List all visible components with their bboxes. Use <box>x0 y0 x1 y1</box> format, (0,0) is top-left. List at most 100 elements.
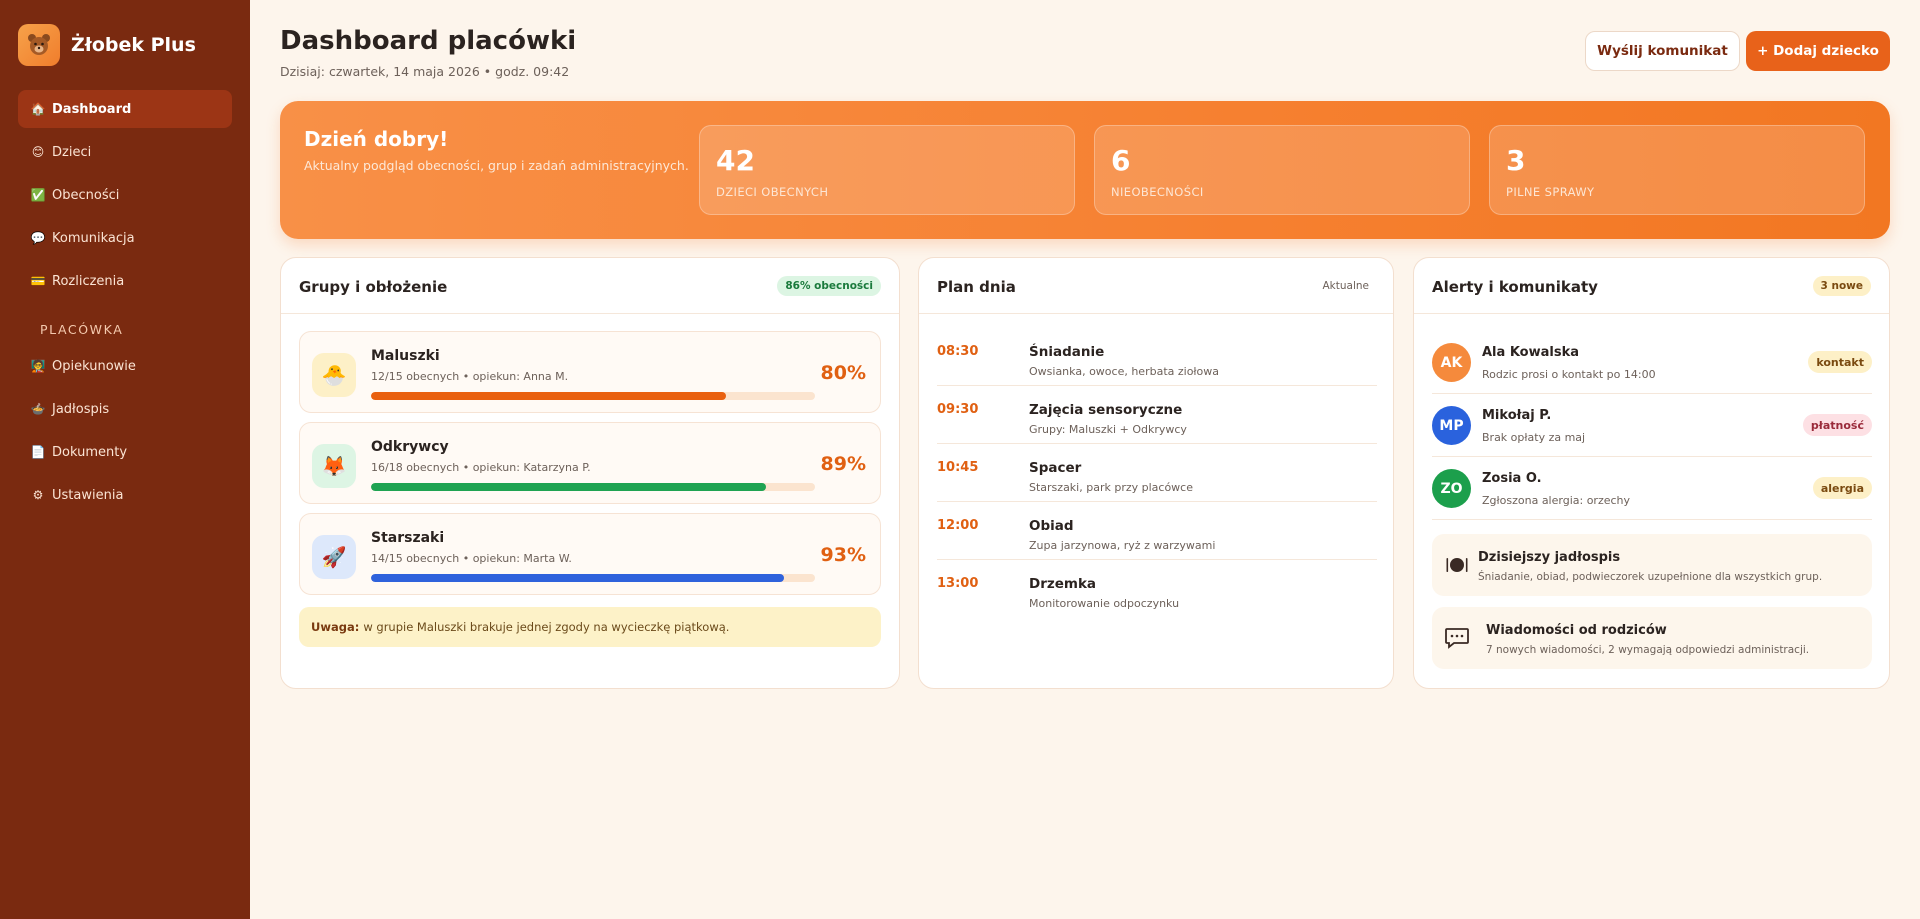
plan-item[interactable]: 13:00 Drzemka Monitorowanie odpoczynku <box>937 560 1377 618</box>
app-name: Żłobek Plus <box>71 34 196 56</box>
new-alerts-badge: 3 nowe <box>1812 276 1871 296</box>
alert-item[interactable]: ZO Zosia O. Zgłoszona alergia: orzechy a… <box>1432 457 1872 520</box>
alert-name: Mikołaj P. <box>1482 408 1552 423</box>
stat-value: 3 <box>1506 144 1526 177</box>
attendance-bar <box>371 392 815 400</box>
sidebar-item-label: Obecności <box>52 187 120 203</box>
group-percent: 93% <box>820 544 866 566</box>
plan-card: Plan dnia Aktualne 08:30 Śniadanie Owsia… <box>918 257 1394 689</box>
group-meta: 16/18 obecnych • opiekun: Katarzyna P. <box>371 461 591 474</box>
alert-name: Ala Kowalska <box>1482 345 1579 360</box>
group-row[interactable]: 🚀 Starszaki 14/15 obecnych • opiekun: Ma… <box>299 513 881 595</box>
plan-time: 09:30 <box>937 402 979 417</box>
attendance-bar <box>371 483 815 491</box>
sidebar: Żłobek Plus 🏠 Dashboard 😊 Dzieci ✅ Obecn… <box>0 0 250 919</box>
plan-item[interactable]: 10:45 Spacer Starszaki, park przy placów… <box>937 444 1377 502</box>
menu-info-box[interactable]: Dzisiejszy jadłospis Śniadanie, obiad, p… <box>1432 534 1872 596</box>
sidebar-item-documents[interactable]: 📄 Dokumenty <box>18 433 232 471</box>
hatching-chick-icon: 🐣 <box>312 353 356 397</box>
speech-bubble-icon <box>1444 625 1470 651</box>
sidebar-item-children[interactable]: 😊 Dzieci <box>18 133 232 171</box>
sidebar-section-heading: PLACÓWKA <box>40 322 124 337</box>
sidebar-item-label: Dokumenty <box>52 444 128 460</box>
plan-status: Aktualne <box>1322 280 1369 292</box>
check-mark-icon: ✅ <box>30 188 46 202</box>
alert-name: Zosia O. <box>1482 471 1542 486</box>
sidebar-item-communication[interactable]: 💬 Komunikacja <box>18 219 232 257</box>
plate-cutlery-icon <box>1444 552 1470 578</box>
stat-value: 6 <box>1111 144 1131 177</box>
plan-time: 08:30 <box>937 344 979 359</box>
alert-desc: Rodzic prosi o kontakt po 14:00 <box>1482 368 1656 381</box>
plan-title: Obiad <box>1029 518 1074 534</box>
alerts-card: Alerty i komunikaty 3 nowe AK Ala Kowals… <box>1413 257 1890 689</box>
alerts-card-header: Alerty i komunikaty 3 nowe <box>1414 258 1889 314</box>
sidebar-item-settings[interactable]: ⚙ Ustawienia <box>18 476 232 514</box>
group-meta: 12/15 obecnych • opiekun: Anna M. <box>371 370 569 383</box>
page-title: Dashboard placówki <box>280 26 577 56</box>
group-percent: 80% <box>820 362 866 384</box>
sidebar-item-label: Komunikacja <box>52 230 135 246</box>
stat-present: 42 DZIECI OBECNYCH <box>699 125 1075 215</box>
plan-desc: Grupy: Maluszki + Odkrywcy <box>1029 423 1187 436</box>
sidebar-item-label: Rozliczenia <box>52 273 125 289</box>
add-child-button[interactable]: + Dodaj dziecko <box>1746 31 1890 71</box>
sidebar-item-menu[interactable]: 🍲 Jadłospis <box>18 390 232 428</box>
document-icon: 📄 <box>30 445 46 459</box>
alert-tag: alergia <box>1812 477 1872 499</box>
info-desc: Śniadanie, obiad, podwieczorek uzupełnio… <box>1478 571 1823 583</box>
teacher-icon: 🧑‍🏫 <box>30 359 46 373</box>
alert-desc: Brak opłaty za maj <box>1482 431 1586 444</box>
plan-item[interactable]: 09:30 Zajęcia sensoryczne Grupy: Maluszk… <box>937 386 1377 444</box>
chat-bubble-icon: 💬 <box>30 231 46 245</box>
sidebar-item-attendance[interactable]: ✅ Obecności <box>18 176 232 214</box>
group-row[interactable]: 🐣 Maluszki 12/15 obecnych • opiekun: Ann… <box>299 331 881 413</box>
send-message-button[interactable]: Wyślij komunikat <box>1585 31 1740 71</box>
sidebar-item-dashboard[interactable]: 🏠 Dashboard <box>18 90 232 128</box>
sidebar-item-billing[interactable]: 💳 Rozliczenia <box>18 262 232 300</box>
sidebar-item-label: Opiekunowie <box>52 358 136 374</box>
plan-time: 12:00 <box>937 518 979 533</box>
sidebar-item-label: Dashboard <box>52 101 132 117</box>
group-percent: 89% <box>820 453 866 475</box>
group-row[interactable]: 🦊 Odkrywcy 16/18 obecnych • opiekun: Kat… <box>299 422 881 504</box>
hero-greeting: Dzień dobry! <box>304 127 449 151</box>
sidebar-item-label: Jadłospis <box>52 401 110 417</box>
rocket-icon: 🚀 <box>312 535 356 579</box>
hero-subtitle: Aktualny podgląd obecności, grup i zadań… <box>304 158 689 173</box>
warning-text: w grupie Maluszki brakuje jednej zgody n… <box>363 620 730 634</box>
stat-value: 42 <box>716 144 755 177</box>
hero-banner: Dzień dobry! Aktualny podgląd obecności,… <box>280 101 1890 239</box>
plan-title: Spacer <box>1029 460 1082 476</box>
attendance-badge: 86% obecności <box>777 276 881 296</box>
card-title: Plan dnia <box>937 278 1016 296</box>
stat-label: PILNE SPRAWY <box>1506 185 1595 199</box>
warning-notice: Uwaga: w grupie Maluszki brakuje jednej … <box>299 607 881 647</box>
alert-tag: płatność <box>1802 414 1872 436</box>
sidebar-nav: 🏠 Dashboard 😊 Dzieci ✅ Obecności 💬 Komun… <box>18 90 232 519</box>
group-meta: 14/15 obecnych • opiekun: Marta W. <box>371 552 572 565</box>
card-title: Alerty i komunikaty <box>1432 278 1598 296</box>
plan-desc: Owsianka, owoce, herbata ziołowa <box>1029 365 1220 378</box>
sidebar-item-caregivers[interactable]: 🧑‍🏫 Opiekunowie <box>18 347 232 385</box>
alert-item[interactable]: MP Mikołaj P. Brak opłaty za maj płatnoś… <box>1432 394 1872 457</box>
fox-icon: 🦊 <box>312 444 356 488</box>
brand[interactable]: Żłobek Plus <box>18 24 196 66</box>
alert-item[interactable]: AK Ala Kowalska Rodzic prosi o kontakt p… <box>1432 331 1872 394</box>
plan-title: Śniadanie <box>1029 344 1105 360</box>
stat-urgent: 3 PILNE SPRAWY <box>1489 125 1865 215</box>
plan-item[interactable]: 12:00 Obiad Zupa jarzynowa, ryż z warzyw… <box>937 502 1377 560</box>
avatar: AK <box>1432 343 1471 382</box>
gear-icon: ⚙ <box>32 488 44 502</box>
plan-desc: Monitorowanie odpoczynku <box>1029 597 1180 610</box>
info-title: Dzisiejszy jadłospis <box>1478 550 1621 565</box>
page-date: Dzisiaj: czwartek, 14 maja 2026 • godz. … <box>280 64 570 79</box>
plan-item[interactable]: 08:30 Śniadanie Owsianka, owoce, herbata… <box>937 328 1377 386</box>
plan-desc: Starszaki, park przy placówce <box>1029 481 1193 494</box>
avatar: MP <box>1432 406 1471 445</box>
messages-info-box[interactable]: Wiadomości od rodziców 7 nowych wiadomoś… <box>1432 607 1872 669</box>
sidebar-item-label: Ustawienia <box>52 487 124 503</box>
info-title: Wiadomości od rodziców <box>1486 623 1667 638</box>
group-name: Odkrywcy <box>371 439 449 455</box>
attendance-bar-fill <box>371 483 767 491</box>
